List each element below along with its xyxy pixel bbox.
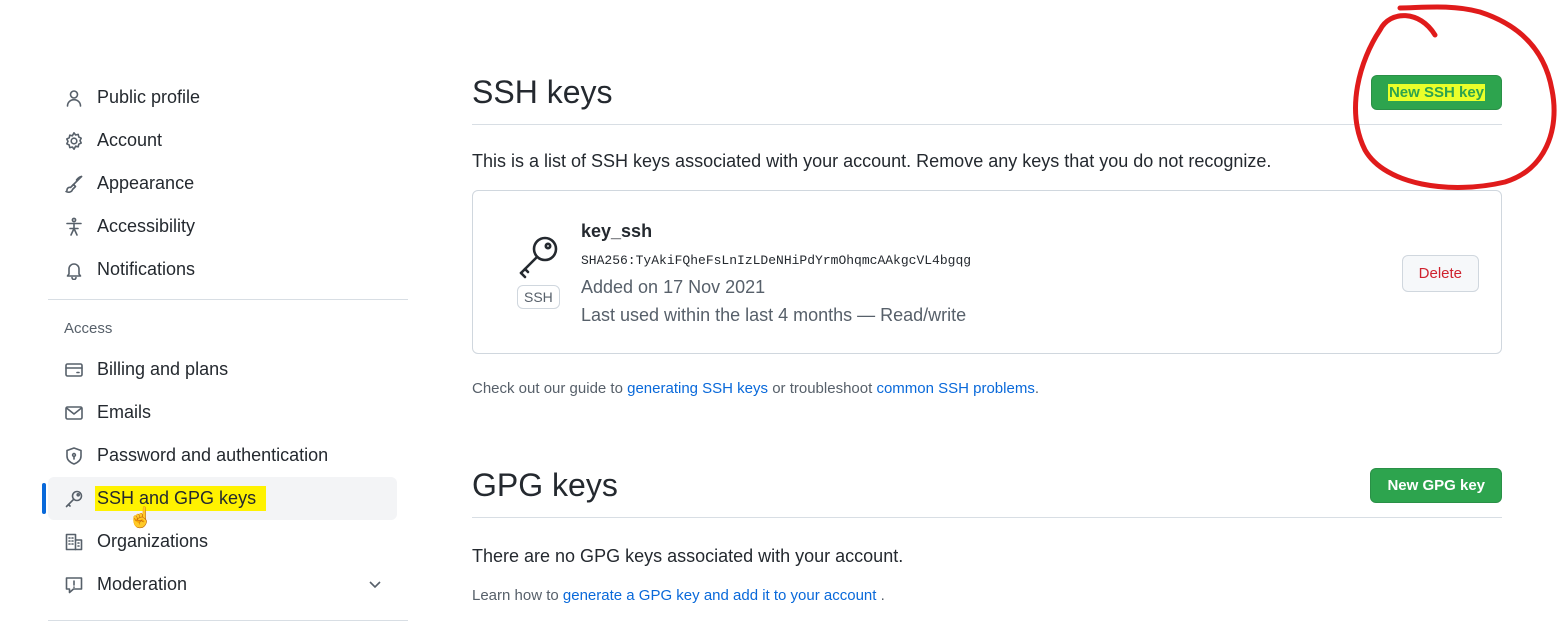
common-ssh-problems-link[interactable]: common SSH problems bbox=[876, 380, 1034, 397]
person-icon bbox=[62, 86, 86, 110]
sidebar-item-label: SSH and GPG keys bbox=[95, 486, 267, 511]
sidebar-item-ssh-gpg-keys[interactable]: SSH and GPG keys ☝ bbox=[42, 477, 397, 529]
sidebar-item-label: Public profile bbox=[97, 87, 201, 107]
ssh-badge: SSH bbox=[517, 285, 560, 309]
ssh-keys-section: SSH keys New SSH key This is a list of S… bbox=[472, 60, 1502, 397]
key-fingerprint: SHA256:TyAkiFQheFsLnIzLDeNHiPdYrmOhqmcAA… bbox=[581, 253, 972, 268]
report-icon bbox=[62, 573, 86, 597]
sidebar-item-label: Emails bbox=[97, 402, 152, 422]
sidebar-item-label: Billing and plans bbox=[97, 359, 229, 379]
ssh-key-item: SSH key_ssh SHA256:TyAkiFQheFsLnIzLDeNHi… bbox=[472, 190, 1502, 354]
key-name: key_ssh bbox=[581, 221, 653, 241]
gear-icon bbox=[62, 129, 86, 153]
new-ssh-key-button[interactable]: New SSH key bbox=[1370, 74, 1502, 110]
sidebar-item-account[interactable]: Account bbox=[48, 119, 408, 162]
key-icon bbox=[62, 487, 86, 511]
gpg-learn-text: Learn how to generate a GPG key and add … bbox=[472, 587, 1502, 604]
ssh-section-header: SSH keys New SSH key bbox=[472, 60, 1502, 125]
key-last-used: Last used within the last 4 months — Rea… bbox=[581, 305, 967, 325]
accessibility-icon bbox=[62, 215, 86, 239]
key-icon bbox=[513, 231, 563, 281]
guide-suffix: . bbox=[1034, 380, 1039, 397]
gpg-keys-title: GPG keys bbox=[472, 466, 618, 503]
active-indicator bbox=[42, 483, 46, 514]
sidebar-item-organizations[interactable]: Organizations bbox=[48, 520, 408, 563]
sidebar-item-label: Notifications bbox=[97, 259, 196, 279]
generate-gpg-key-link[interactable]: generate a GPG key and add it to your ac… bbox=[563, 587, 877, 604]
gpg-keys-section: GPG keys New GPG key There are no GPG ke… bbox=[472, 453, 1502, 604]
ssh-guide-text: Check out our guide to generating SSH ke… bbox=[472, 380, 1502, 397]
sidebar-item-appearance[interactable]: Appearance bbox=[48, 162, 408, 205]
sidebar-item-label: Password and authentication bbox=[97, 445, 329, 465]
settings-sidebar: Public profile Account Appearance Access… bbox=[42, 76, 408, 606]
gpg-section-header: GPG keys New GPG key bbox=[472, 453, 1502, 518]
organization-icon bbox=[62, 530, 86, 554]
delete-key-button[interactable]: Delete bbox=[1401, 255, 1479, 292]
paintbrush-icon bbox=[62, 172, 86, 196]
ssh-intro-text: This is a list of SSH keys associated wi… bbox=[472, 151, 1272, 171]
new-gpg-key-button[interactable]: New GPG key bbox=[1370, 467, 1502, 503]
generating-ssh-keys-link[interactable]: generating SSH keys bbox=[627, 380, 768, 397]
shield-lock-icon bbox=[62, 444, 86, 468]
sidebar-item-accessibility[interactable]: Accessibility bbox=[48, 205, 408, 248]
guide-mid: or troubleshoot bbox=[768, 380, 877, 397]
learn-prefix: Learn how to bbox=[472, 587, 563, 604]
sidebar-bottom-divider bbox=[48, 620, 408, 621]
credit-card-icon bbox=[62, 358, 86, 382]
key-added-date: Added on 17 Nov 2021 bbox=[581, 277, 766, 297]
sidebar-item-label: Account bbox=[97, 130, 163, 150]
sidebar-item-label: Organizations bbox=[97, 531, 209, 551]
sidebar-item-public-profile[interactable]: Public profile bbox=[48, 76, 408, 119]
sidebar-item-emails[interactable]: Emails bbox=[48, 391, 408, 434]
sidebar-item-label: Appearance bbox=[97, 173, 195, 193]
sidebar-item-billing[interactable]: Billing and plans bbox=[48, 348, 408, 391]
guide-prefix: Check out our guide to bbox=[472, 380, 628, 397]
sidebar-item-label: Accessibility bbox=[97, 216, 196, 236]
main-content: SSH keys New SSH key This is a list of S… bbox=[472, 60, 1502, 604]
sidebar-item-label: Moderation bbox=[97, 574, 188, 594]
learn-suffix: . bbox=[876, 587, 885, 604]
sidebar-item-password[interactable]: Password and authentication bbox=[48, 434, 408, 477]
sidebar-item-notifications[interactable]: Notifications bbox=[48, 248, 408, 291]
sidebar-item-moderation[interactable]: Moderation bbox=[48, 563, 408, 606]
bell-icon bbox=[62, 258, 86, 282]
sidebar-section-access: Access bbox=[64, 319, 113, 337]
gpg-empty-text: There are no GPG keys associated with yo… bbox=[472, 546, 904, 566]
ssh-keys-title: SSH keys bbox=[472, 73, 613, 110]
chevron-down-icon[interactable] bbox=[366, 575, 384, 593]
mail-icon bbox=[62, 401, 86, 425]
